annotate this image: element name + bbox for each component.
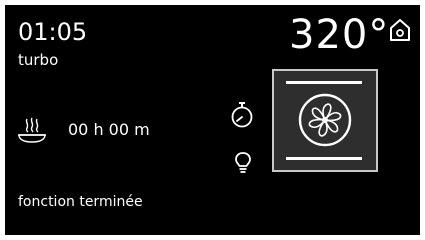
light-bulb-icon[interactable] (234, 151, 252, 175)
status-message: fonction terminée (18, 194, 143, 210)
steam-cooking-icon (18, 117, 46, 143)
clock-time: 01:05 (18, 18, 88, 46)
turbo-fan-icon (298, 93, 352, 147)
cooking-duration[interactable]: 00 h 00 m (68, 120, 150, 140)
temperature-setting[interactable]: 320° (289, 13, 389, 57)
timer-icon[interactable] (230, 101, 254, 129)
top-heating-element (286, 81, 362, 84)
cooking-mode-label: turbo (18, 51, 59, 69)
turbo-fan-button[interactable] (272, 69, 378, 172)
oven-display: 01:05 turbo 320° 00 h 00 m fonction term… (5, 5, 420, 235)
bottom-heating-element (286, 157, 362, 160)
home-icon[interactable] (389, 18, 411, 42)
